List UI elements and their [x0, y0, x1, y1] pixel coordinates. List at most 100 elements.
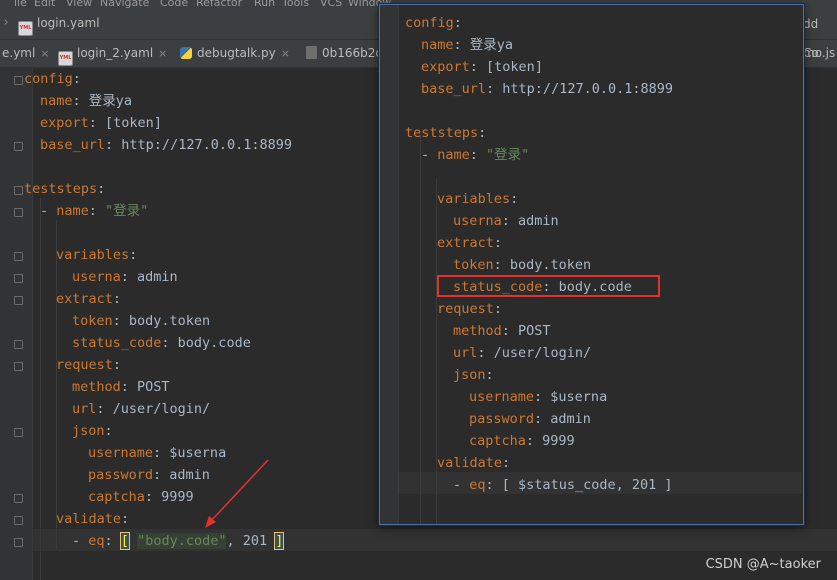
fold-marker-icon[interactable]	[14, 538, 23, 547]
tab-peek-label[interactable]: mo.js	[803, 40, 835, 67]
menu-item[interactable]: Tools	[282, 0, 309, 9]
tab-login-2-yaml[interactable]: YML login_2.yaml ×	[58, 40, 167, 67]
code-line: validate:	[56, 511, 130, 527]
menu-item[interactable]: Refactor	[196, 0, 242, 9]
chevron-right-icon[interactable]: ›	[2, 15, 10, 30]
code-line: method: POST	[453, 323, 551, 339]
fold-marker-icon[interactable]	[14, 208, 23, 217]
code-line: export: [token]	[421, 59, 543, 75]
fold-marker-icon[interactable]	[14, 296, 23, 305]
punct: :	[72, 71, 81, 87]
yaml-string: "登录"	[105, 203, 149, 219]
yaml-file-icon: YML	[58, 51, 73, 66]
fold-marker-icon[interactable]	[14, 516, 23, 525]
yaml-key: base_url	[421, 81, 487, 97]
close-icon[interactable]: ×	[40, 47, 49, 60]
menu-item[interactable]: VCS	[320, 0, 342, 9]
code-line: username: $userna	[469, 389, 608, 405]
code-line: request:	[437, 301, 503, 317]
yaml-key: teststeps	[24, 181, 98, 197]
yaml-value: body.code	[177, 335, 251, 351]
yaml-key: request	[437, 301, 494, 317]
yaml-value: admin	[550, 411, 591, 427]
fold-marker-icon[interactable]	[14, 494, 23, 503]
tab-label: 0b166b2c	[322, 46, 383, 60]
yaml-key: userna	[453, 213, 502, 229]
fold-marker-icon[interactable]	[14, 362, 23, 371]
yaml-value: $userna	[550, 389, 608, 405]
yaml-value: 9999	[161, 489, 194, 505]
quick-definition-popup[interactable]: config: name: 登录ya export: [token] base_…	[379, 4, 804, 525]
yaml-value: 登录ya	[88, 93, 133, 109]
yaml-key: name	[437, 147, 470, 163]
yaml-key: export	[421, 59, 470, 75]
yaml-value: http://127.0.0.1:8899	[502, 81, 673, 97]
code-line: userna: admin	[72, 269, 178, 285]
tab-label: login_2.yaml	[77, 46, 154, 60]
fold-marker-icon[interactable]	[14, 274, 23, 283]
code-line: - name: "登录"	[40, 203, 149, 219]
fold-marker-icon[interactable]	[14, 76, 23, 85]
breadcrumb[interactable]: YML login.yaml	[18, 16, 100, 36]
yaml-key: extract	[437, 235, 494, 251]
toolbar-peek-label[interactable]: dd Co	[803, 10, 837, 60]
code-line: token: body.token	[72, 313, 211, 329]
tab-label: e.yml	[2, 46, 36, 60]
code-line: base_url: http://127.0.0.1:8899	[40, 137, 292, 153]
indent-guide	[420, 135, 421, 524]
code-line: json:	[72, 423, 113, 439]
yaml-key: captcha	[88, 489, 145, 505]
yaml-file-icon: YML	[18, 21, 33, 36]
yaml-value: [token]	[486, 59, 543, 75]
file-icon	[306, 46, 317, 59]
fold-marker-icon[interactable]	[14, 142, 23, 151]
yaml-value: http://127.0.0.1:8899	[121, 137, 292, 153]
yaml-key: teststeps	[405, 125, 479, 141]
list-dash: -	[421, 147, 438, 163]
yaml-key: base_url	[40, 137, 106, 153]
tab-debugtalk-py[interactable]: debugtalk.py ×	[180, 40, 290, 67]
menu-item[interactable]: Navigate	[100, 0, 149, 9]
yaml-value: 9999	[542, 433, 575, 449]
fold-marker-icon[interactable]	[14, 186, 23, 195]
punct: ,	[226, 533, 243, 549]
yaml-key: eq	[469, 477, 486, 493]
yaml-string: "登录"	[486, 147, 530, 163]
list-dash: -	[72, 533, 89, 549]
watermark: CSDN @A~taoker	[705, 557, 821, 572]
code-line: - eq: [ $status_code, 201 ]	[453, 477, 673, 493]
menu-item[interactable]: Edit	[34, 0, 55, 9]
yaml-key: username	[469, 389, 535, 405]
code-line: method: POST	[72, 379, 170, 395]
yaml-value: /user/login/	[112, 401, 211, 417]
menu-item[interactable]: ile	[14, 0, 27, 9]
yaml-key: token	[453, 257, 494, 273]
yaml-key: name	[40, 93, 73, 109]
code-line: username: $userna	[88, 445, 227, 461]
menu-item[interactable]: Run	[254, 0, 275, 9]
list-dash: -	[40, 203, 57, 219]
tab-0b166b2c[interactable]: 0b166b2c	[306, 40, 382, 67]
code-line: - name: "登录"	[421, 147, 530, 163]
bracket: ]	[274, 532, 285, 550]
tab-e-yml[interactable]: e.yml ×	[2, 40, 50, 67]
code-line: password: admin	[469, 411, 591, 427]
yaml-value: body.token	[509, 257, 592, 273]
fold-marker-icon[interactable]	[14, 428, 23, 437]
yaml-key: method	[453, 323, 502, 339]
menu-item[interactable]: Code	[160, 0, 188, 9]
menu-item[interactable]: View	[66, 0, 92, 9]
yaml-value: $userna	[169, 445, 227, 461]
fold-marker-icon[interactable]	[14, 252, 23, 261]
fold-marker-icon[interactable]	[14, 340, 23, 349]
close-icon[interactable]: ×	[158, 47, 167, 60]
code-line: - eq: [ "body.code", 201 ]	[72, 532, 285, 550]
breadcrumb-file: login.yaml	[37, 16, 100, 30]
code-line: url: /user/login/	[453, 345, 592, 361]
code-line: extract:	[437, 235, 503, 251]
list-dash: -	[453, 477, 470, 493]
code-line: name: 登录ya	[421, 37, 514, 53]
yaml-key: validate	[437, 455, 503, 471]
yaml-key: method	[72, 379, 121, 395]
close-icon[interactable]: ×	[281, 47, 290, 60]
